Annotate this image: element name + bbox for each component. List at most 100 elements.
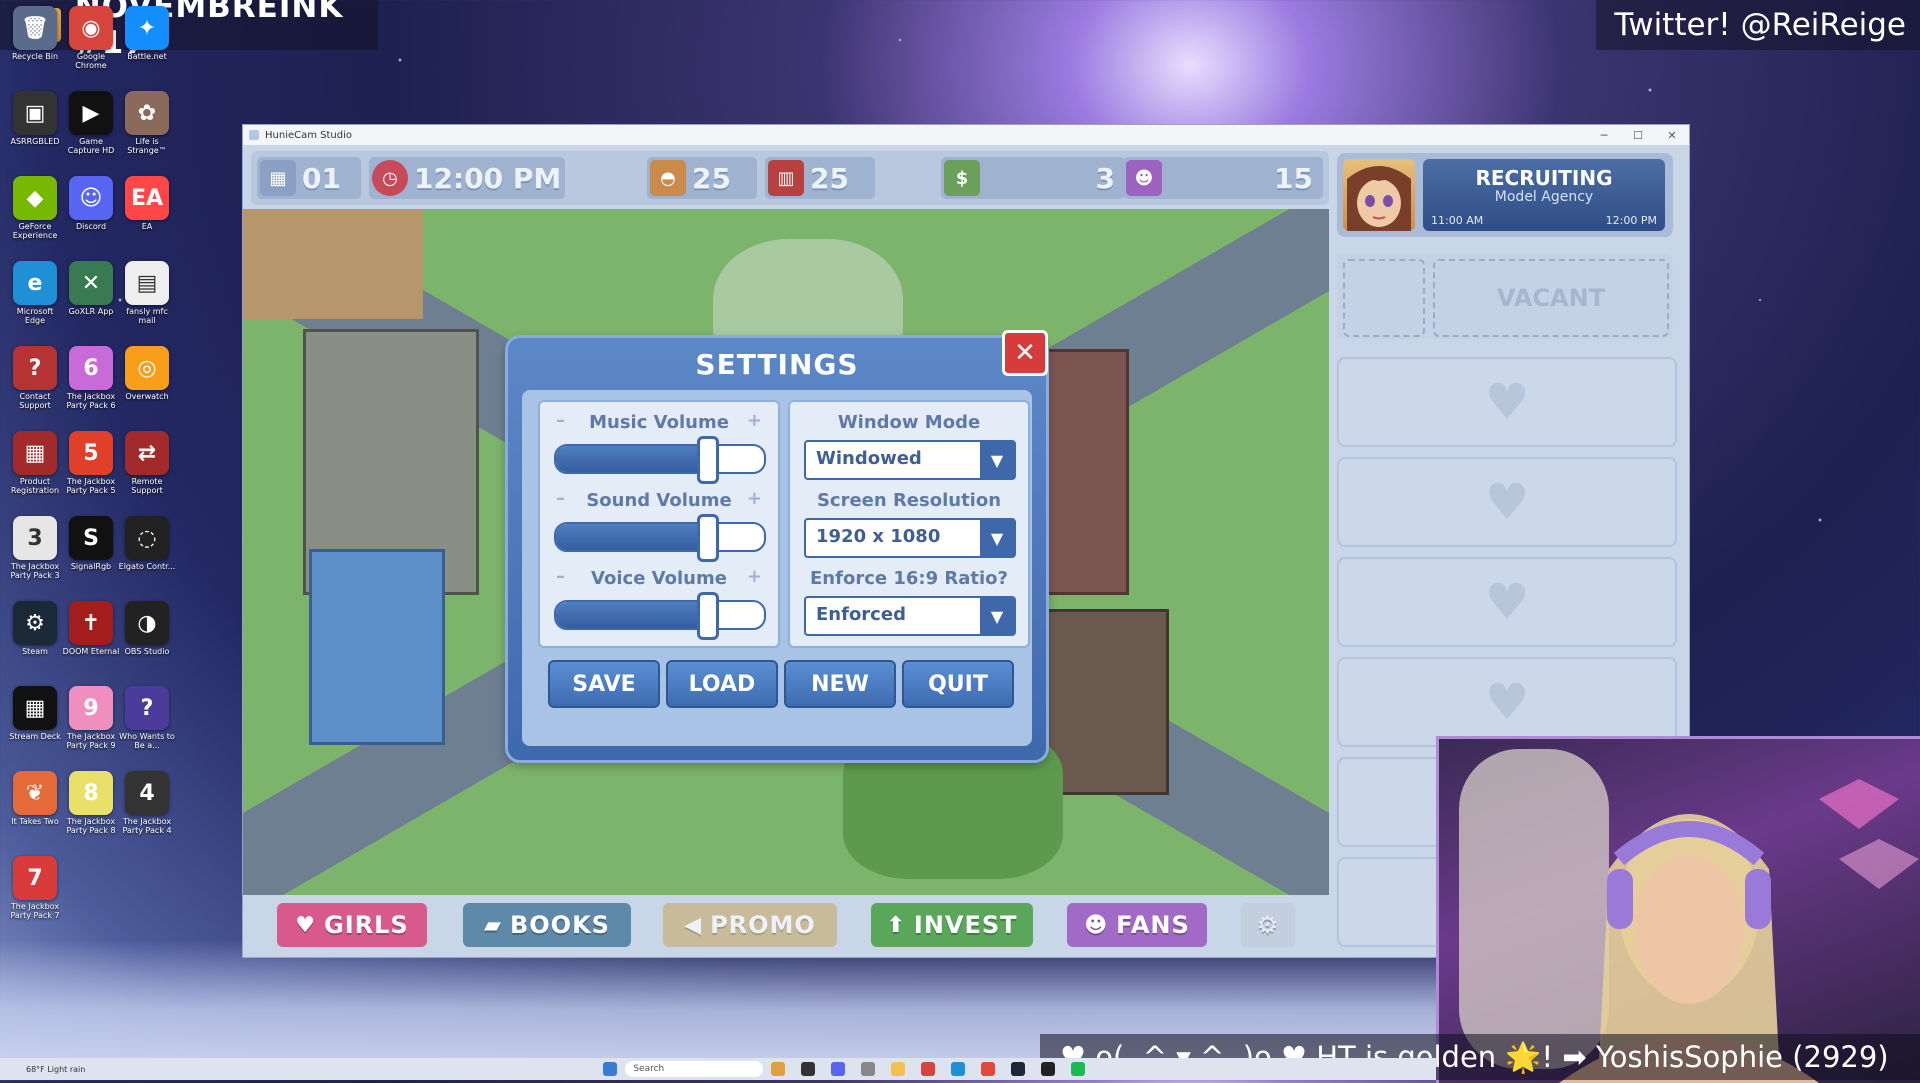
taskbar-app-icon[interactable]	[801, 1062, 816, 1076]
drink-icon: ◓	[650, 160, 686, 196]
model-slot[interactable]: ♥	[1337, 357, 1677, 447]
up-arrow-icon: ⬆	[886, 912, 906, 938]
taskbar-app-icon[interactable]	[951, 1062, 966, 1076]
app-icon: 🗑	[13, 6, 57, 50]
music-volume-slider[interactable]	[554, 444, 766, 474]
money-value: 3	[1095, 161, 1115, 195]
gear-icon[interactable]	[861, 1062, 876, 1076]
desktop-icon[interactable]: 3 The Jackbox Party Pack 3	[6, 516, 64, 580]
voice-increase[interactable]: +	[747, 566, 762, 587]
desktop-icon[interactable]: ▶ Game Capture HD	[62, 91, 120, 155]
promo-button[interactable]: ◀ PROMO	[663, 903, 837, 947]
app-icon: ◆	[13, 176, 57, 220]
window-mode-select[interactable]: Windowed ▼	[804, 440, 1016, 480]
building[interactable]	[309, 549, 445, 745]
megaphone-icon: ◀	[684, 912, 703, 938]
volume-panel: – Music Volume + – Sound Volume + – Voic…	[538, 400, 780, 648]
taskbar-app-icon[interactable]	[921, 1062, 936, 1076]
desktop-icon[interactable]: e Microsoft Edge	[6, 261, 64, 325]
taskbar-app-icon[interactable]	[1011, 1062, 1026, 1076]
invest-button[interactable]: ⬆ INVEST	[871, 903, 1033, 947]
desktop-icon[interactable]: ▤ fansly mfc mail	[118, 261, 176, 325]
desktop-icon[interactable]: 🗑 Recycle Bin	[6, 6, 64, 61]
app-icon: ✦	[125, 6, 169, 50]
taskbar-search[interactable]: Search	[625, 1061, 764, 1077]
voice-volume-slider[interactable]	[554, 600, 766, 630]
desktop-icon[interactable]: 4 The Jackbox Party Pack 4	[118, 771, 176, 835]
desktop-icon[interactable]: ☺ Discord	[62, 176, 120, 231]
new-button[interactable]: NEW	[784, 660, 896, 708]
close-settings-button[interactable]: ✕	[1002, 330, 1048, 376]
chevron-down-icon: ▼	[980, 442, 1014, 478]
taskbar-app-icon[interactable]	[771, 1062, 786, 1076]
settings-gear-button[interactable]: ⚙	[1241, 903, 1295, 947]
taskbar-app-icon[interactable]	[1041, 1062, 1056, 1076]
start-icon[interactable]	[603, 1062, 618, 1076]
resource-a: ◓ 25	[647, 157, 757, 199]
desktop-icon[interactable]: ❦ It Takes Two	[6, 771, 64, 826]
screen-resolution-select[interactable]: 1920 x 1080 ▼	[804, 518, 1016, 558]
desktop-icon[interactable]: 5 The Jackbox Party Pack 5	[62, 431, 120, 495]
quit-button[interactable]: QUIT	[902, 660, 1014, 708]
vacant-portrait	[1343, 259, 1425, 337]
girls-button[interactable]: ♥ GIRLS	[277, 903, 427, 947]
taskbar-app-icon[interactable]	[981, 1062, 996, 1076]
desktop-icon[interactable]: ◎ Overwatch	[118, 346, 176, 401]
desktop-icon[interactable]: ? Who Wants to Be a...	[118, 686, 176, 750]
music-increase[interactable]: +	[747, 410, 762, 431]
desktop-icon[interactable]: ◑ OBS Studio	[118, 601, 176, 656]
fans-value: 15	[1274, 161, 1313, 195]
desktop-icon[interactable]: ▦ Product Registration	[6, 431, 64, 495]
vacant-label: VACANT	[1433, 259, 1669, 337]
save-button[interactable]: SAVE	[548, 660, 660, 708]
folder-icon[interactable]	[891, 1062, 906, 1076]
building[interactable]	[243, 209, 423, 319]
desktop-icon[interactable]: ▣ ASRRGBLED	[6, 91, 64, 146]
desktop-icon[interactable]: ✝ DOOM Eternal	[62, 601, 120, 656]
desktop-icon[interactable]: ✦ Battle.net	[118, 6, 176, 61]
desktop-icon[interactable]: ? Contact Support	[6, 346, 64, 410]
desktop-icon[interactable]: ⇄ Remote Support	[118, 431, 176, 495]
books-button[interactable]: ▰ BOOKS	[463, 903, 631, 947]
desktop-icon[interactable]: ✿ Life is Strange™	[118, 91, 176, 155]
desktop-icon[interactable]: ◆ GeForce Experience	[6, 176, 64, 240]
taskbar-app-icon[interactable]	[1071, 1062, 1086, 1076]
window-mode-label: Window Mode	[837, 412, 981, 433]
app-icon: 3	[13, 516, 57, 560]
desktop-icon[interactable]: 9 The Jackbox Party Pack 9	[62, 686, 120, 750]
desktop-icon[interactable]: ▦ Stream Deck	[6, 686, 64, 741]
model-slot[interactable]: ♥	[1337, 457, 1677, 547]
sound-increase[interactable]: +	[747, 488, 762, 509]
window-mode-value: Windowed	[816, 448, 922, 469]
maximize-button[interactable]: ☐	[1621, 129, 1655, 142]
fans-button[interactable]: ☻ FANS	[1067, 903, 1207, 947]
model-slot[interactable]: ♥	[1337, 557, 1677, 647]
recruiting-slot[interactable]: RECRUITING Model Agency 11:00 AM 12:00 P…	[1337, 153, 1673, 237]
display-panel: Window Mode Windowed ▼ Screen Resolution…	[788, 400, 1030, 648]
desktop-icon[interactable]: 7 The Jackbox Party Pack 7	[6, 856, 64, 920]
desktop-icon[interactable]: ⚙ Steam	[6, 601, 64, 656]
clock-icon: ◷	[372, 160, 408, 196]
voice-volume-knob[interactable]	[696, 592, 719, 640]
desktop-icon[interactable]: EA EA	[118, 176, 176, 231]
model-slot[interactable]: ♥	[1337, 657, 1677, 747]
minimize-button[interactable]: ─	[1587, 129, 1621, 142]
desktop-icon[interactable]: ✕ GoXLR App	[62, 261, 120, 316]
desktop-icon[interactable]: ◌ Elgato Contr...	[118, 516, 176, 571]
app-icon: 8	[69, 771, 113, 815]
desktop-icon[interactable]: 8 The Jackbox Party Pack 8	[62, 771, 120, 835]
music-volume-knob[interactable]	[696, 436, 719, 484]
desktop-icon[interactable]: ◉ Google Chrome	[62, 6, 120, 70]
sound-volume-knob[interactable]	[696, 514, 719, 562]
desktop-icon[interactable]: 6 The Jackbox Party Pack 6	[62, 346, 120, 410]
desktop-icon[interactable]: S SignalRgb	[62, 516, 120, 571]
close-window-button[interactable]: ✕	[1655, 129, 1689, 142]
load-button[interactable]: LOAD	[666, 660, 778, 708]
vacant-slot[interactable]: VACANT	[1337, 253, 1673, 339]
window-titlebar[interactable]: HunieCam Studio ─ ☐ ✕	[243, 125, 1689, 145]
app-icon: ☺	[69, 176, 113, 220]
weather-widget[interactable]: 68°F Light rain	[26, 1065, 85, 1074]
taskbar-app-icon[interactable]	[831, 1062, 846, 1076]
sound-volume-slider[interactable]	[554, 522, 766, 552]
ratio-select[interactable]: Enforced ▼	[804, 596, 1016, 636]
